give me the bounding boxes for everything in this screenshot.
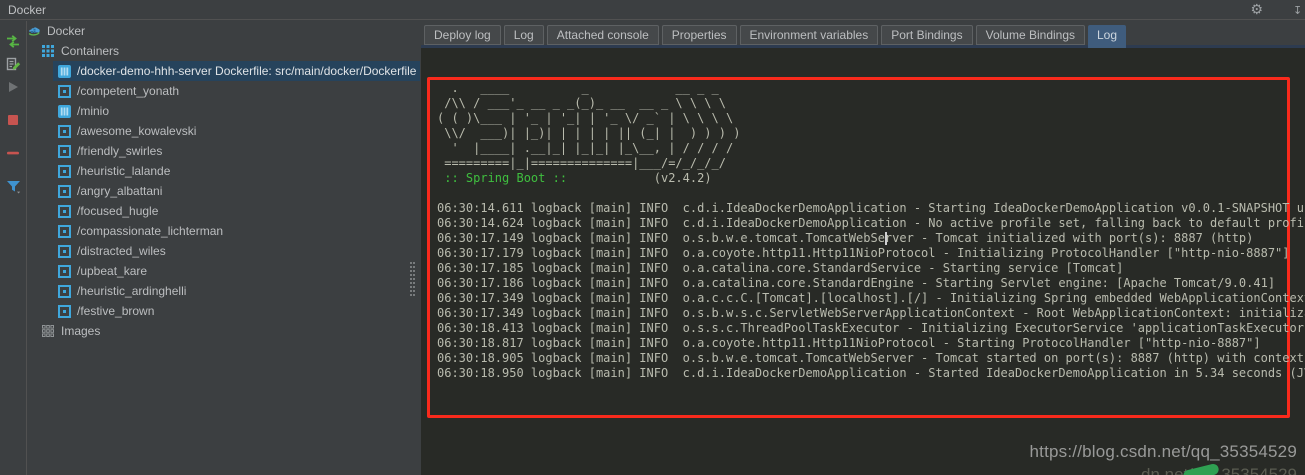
run-icon[interactable] xyxy=(2,76,24,98)
container-exited-icon xyxy=(58,84,72,98)
tab-volume-bindings[interactable]: Volume Bindings xyxy=(975,25,1085,45)
spring-boot-ascii-banner: . ____ _ __ _ _ /\\ / ___'_ __ _ _(_)_ _… xyxy=(437,81,741,170)
log-line: 06:30:17.179 logback [main] INFO o.a.coy… xyxy=(437,246,1290,260)
container-name: /angry_albattani xyxy=(77,184,163,198)
tab-properties[interactable]: Properties xyxy=(661,25,737,45)
delete-icon[interactable] xyxy=(2,142,24,164)
container-name: /docker-demo-hhh-server Dockerfile: src/… xyxy=(77,64,417,78)
tree-item-container[interactable]: /awesome_kowalevski xyxy=(28,121,420,141)
tool-window-title: Docker xyxy=(8,3,47,17)
log-line: 06:30:18.817 logback [main] INFO o.a.coy… xyxy=(437,336,1261,350)
docker-logo-icon xyxy=(28,24,42,38)
panel-splitter[interactable] xyxy=(410,262,415,296)
stop-icon[interactable] xyxy=(2,109,24,131)
container-running-icon xyxy=(58,64,72,78)
connect-icon[interactable] xyxy=(2,30,24,52)
container-name: /compassionate_lichterman xyxy=(77,224,224,238)
container-name: /competent_yonath xyxy=(77,84,180,98)
container-name: /friendly_swirles xyxy=(77,144,163,158)
tree-item-container[interactable]: /minio xyxy=(28,101,420,121)
watermark-url-partial: dn.net/qq_35354529 xyxy=(1141,465,1297,475)
tab-bar: Deploy log Log Attached console Properties E… xyxy=(421,20,1305,48)
container-name: /heuristic_ardinghelli xyxy=(77,284,187,298)
container-running-icon xyxy=(58,104,72,118)
tab-environment-variables[interactable]: Environment variables xyxy=(739,25,879,45)
log-line: 06:30:17.185 logback [main] INFO o.a.cat… xyxy=(437,261,1124,275)
tab-log[interactable]: Log xyxy=(1088,25,1127,48)
container-exited-icon xyxy=(58,164,72,178)
tab-deploy-log[interactable]: Deploy log xyxy=(424,25,501,45)
tree-item-containers[interactable]: Containers xyxy=(28,41,420,61)
tree-item-label: Images xyxy=(61,324,101,338)
log-line: 06:30:18.905 logback [main] INFO o.s.b.w… xyxy=(437,351,1305,365)
spring-boot-version: (v2.4.2) xyxy=(567,171,712,185)
filter-icon[interactable] xyxy=(2,175,24,197)
tree-item-container[interactable]: /festive_brown xyxy=(28,301,420,321)
container-exited-icon xyxy=(58,304,72,318)
tree-item-container[interactable]: /compassionate_lichterman xyxy=(28,221,420,241)
tree-item-container[interactable]: /focused_hugle xyxy=(28,201,420,221)
tab-attached-console[interactable]: Attached console xyxy=(546,25,659,45)
tab-port-bindings[interactable]: Port Bindings xyxy=(881,25,973,45)
container-exited-icon xyxy=(58,184,72,198)
tree-item-container[interactable]: /docker-demo-hhh-server Dockerfile: src/… xyxy=(28,61,420,81)
log-line: 06:30:17.349 logback [main] INFO o.a.c.c… xyxy=(437,291,1305,305)
docker-toolbar xyxy=(0,21,27,475)
tree-item-container[interactable]: /competent_yonath xyxy=(28,81,420,101)
tree-item-docker-root[interactable]: Docker xyxy=(28,21,420,41)
tool-window-titlebar: Docker ⚙▾ ↧ xyxy=(0,0,1305,20)
text-caret xyxy=(885,232,887,245)
tree-item-label: Containers xyxy=(61,44,120,58)
edit-configuration-icon[interactable] xyxy=(2,53,24,75)
container-name: /focused_hugle xyxy=(77,204,159,218)
watermark-url: https://blog.csdn.net/qq_35354529 xyxy=(1029,442,1297,461)
tree-item-container[interactable]: /upbeat_kare xyxy=(28,261,420,281)
tab-log[interactable]: Log xyxy=(503,25,544,45)
container-name: /festive_brown xyxy=(77,304,155,318)
spring-boot-version-line: :: Spring Boot :: (v2.4.2) xyxy=(437,171,712,186)
tree-item-images[interactable]: Images xyxy=(28,321,420,341)
tree-item-container[interactable]: /friendly_swirles xyxy=(28,141,420,161)
docker-tree: Docker Containers /docker-demo-hhh-serve… xyxy=(28,21,420,475)
log-lines: 06:30:14.611 logback [main] INFO c.d.i.I… xyxy=(437,201,1305,381)
container-exited-icon xyxy=(58,284,72,298)
container-exited-icon xyxy=(58,124,72,138)
containers-grid-icon xyxy=(42,44,56,58)
log-line: 06:30:17.186 logback [main] INFO o.a.cat… xyxy=(437,276,1276,290)
container-name: /minio xyxy=(77,104,110,118)
log-console[interactable]: . ____ _ __ _ _ /\\ / ___'_ __ _ _(_)_ _… xyxy=(421,48,1305,475)
container-name: /upbeat_kare xyxy=(77,264,148,278)
log-line: 06:30:14.624 logback [main] INFO c.d.i.I… xyxy=(437,216,1305,230)
hide-tool-window-icon[interactable]: ↧ xyxy=(1293,4,1305,16)
log-line: 06:30:14.611 logback [main] INFO c.d.i.I… xyxy=(437,201,1305,215)
container-name: /awesome_kowalevski xyxy=(77,124,197,138)
spring-boot-label: :: Spring Boot :: xyxy=(437,171,568,185)
log-line: 06:30:18.413 logback [main] INFO o.s.s.c… xyxy=(437,321,1305,335)
gear-icon[interactable]: ⚙▾ xyxy=(1250,1,1263,18)
log-line: 06:30:18.950 logback [main] INFO c.d.i.I… xyxy=(437,366,1305,380)
container-name: /distracted_wiles xyxy=(77,244,166,258)
container-exited-icon xyxy=(58,244,72,258)
tree-item-label: Docker xyxy=(47,24,86,38)
container-name: /heuristic_lalande xyxy=(77,164,171,178)
images-grid-icon xyxy=(42,324,56,338)
container-exited-icon xyxy=(58,224,72,238)
tree-item-container[interactable]: /heuristic_ardinghelli xyxy=(28,281,420,301)
container-exited-icon xyxy=(58,264,72,278)
tree-item-container[interactable]: /distracted_wiles xyxy=(28,241,420,261)
log-line: 06:30:17.149 logback [main] INFO o.s.b.w… xyxy=(437,231,1254,245)
tree-item-container[interactable]: /heuristic_lalande xyxy=(28,161,420,181)
container-exited-icon xyxy=(58,204,72,218)
log-line: 06:30:17.349 logback [main] INFO o.s.b.w… xyxy=(437,306,1305,320)
container-exited-icon xyxy=(58,144,72,158)
tree-item-container[interactable]: /angry_albattani xyxy=(28,181,420,201)
container-detail-panel: Deploy log Log Attached console Properties E… xyxy=(421,20,1305,475)
